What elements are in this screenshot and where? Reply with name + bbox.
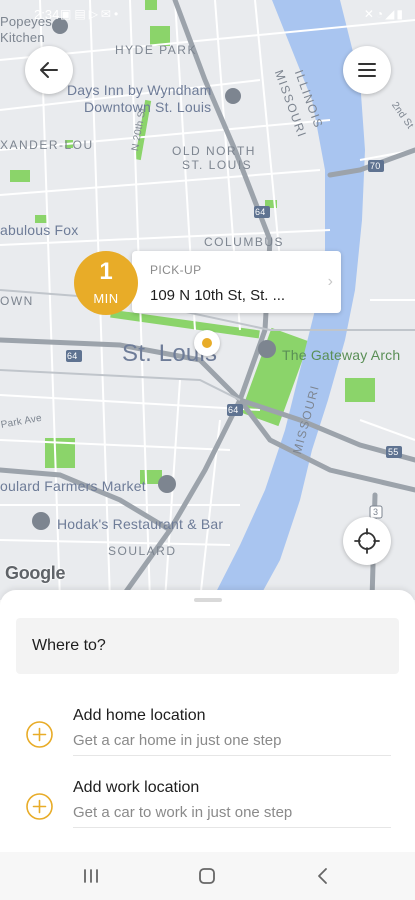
status-time: 2:34 [34, 7, 60, 22]
add-home-title: Add home location [73, 707, 206, 724]
menu-button[interactable] [343, 46, 391, 94]
add-work-title: Add work location [73, 779, 200, 796]
map-label-own: OWN [0, 294, 34, 308]
status-notification-icons: ▣▤▷✉• [60, 7, 121, 21]
map-label-columbus: COLUMBUS [204, 235, 285, 249]
eta-unit: MIN [93, 291, 119, 306]
add-circle-icon [26, 721, 53, 748]
divider [73, 827, 391, 828]
pickup-label: PICK-UP [150, 263, 202, 277]
notification-icon: ▣ [60, 7, 75, 21]
status-system-icons: ✕◔◢▮ [364, 7, 405, 21]
pickup-address: 109 N 10th St, St. ... [150, 287, 286, 304]
mute-icon: ✕ [363, 7, 376, 21]
drag-handle[interactable] [194, 598, 222, 602]
eta-badge: 1 MIN [74, 251, 138, 315]
status-bar: 2:34 ▣▤▷✉• ✕◔◢▮ [0, 0, 415, 34]
status-dot: • [113, 7, 122, 21]
map-label-old-north-line1: OLD NORTH [172, 144, 256, 158]
map-label-hyde-park: HYDE PARK [115, 43, 197, 57]
map-label-days-inn-line1: Days Inn by Wyndham [67, 82, 212, 98]
bottom-sheet: Where to? Add home location Get a car ho… [0, 590, 415, 852]
chevron-right-icon: › [327, 273, 333, 290]
home-icon [199, 868, 215, 884]
map-label-gateway-arch: The Gateway Arch [282, 347, 401, 363]
eta-number: 1 [99, 258, 113, 285]
route-shield-64c: 64 [228, 405, 239, 415]
add-work-location-row[interactable]: Add work location Get a car to work in j… [0, 770, 415, 842]
home-button[interactable] [177, 852, 237, 900]
google-logo: Google [5, 563, 66, 583]
map-label-old-north-line2: ST. LOUIS [182, 158, 253, 172]
map-label-soulard-market: oulard Farmers Market [0, 478, 146, 494]
destination-search-field[interactable]: Where to? [16, 618, 399, 674]
destination-search-placeholder: Where to? [32, 637, 106, 654]
photo-icon: ▤ [74, 7, 89, 21]
route-shield-55: 55 [388, 447, 399, 457]
recent-apps-icon [84, 869, 98, 883]
add-home-subtitle: Get a car home in just one step [73, 732, 282, 749]
system-navigation-bar [0, 852, 415, 900]
route-shield-64a: 64 [255, 207, 266, 217]
divider [73, 755, 391, 756]
map-label-xander-lou: XANDER-LOU [0, 138, 94, 152]
email-icon: ✉ [100, 7, 114, 21]
add-home-location-row[interactable]: Add home location Get a car home in just… [0, 698, 415, 770]
crosshair-icon [354, 528, 380, 554]
add-work-subtitle: Get a car to work in just one step [73, 804, 293, 821]
recent-apps-button[interactable] [61, 852, 121, 900]
back-icon [318, 868, 327, 884]
route-shield-3: 3 [373, 507, 379, 517]
route-shield-64b: 64 [67, 351, 78, 361]
signal-icon: ◢ [385, 7, 397, 21]
map-label-soulard: SOULARD [108, 544, 177, 558]
map-view[interactable]: Popeyes Kitchen HYDE PARK Days Inn by Wy… [0, 0, 415, 600]
pickup-pin-icon[interactable] [194, 330, 220, 356]
route-shield-70: 70 [370, 161, 381, 171]
map-label-hodaks: Hodak's Restaurant & Bar [57, 516, 224, 532]
add-circle-icon [26, 793, 53, 820]
wifi-icon: ◔ [375, 7, 386, 21]
arrow-left-icon [40, 62, 58, 78]
hamburger-menu-icon [358, 63, 376, 77]
map-label-fabulous-fox: abulous Fox [0, 222, 79, 238]
pickup-card[interactable]: PICK-UP 109 N 10th St, St. ... › [132, 251, 341, 313]
my-location-button[interactable] [343, 517, 391, 565]
pay-icon: ▷ [88, 7, 101, 21]
system-back-button[interactable] [293, 852, 353, 900]
back-button[interactable] [25, 46, 73, 94]
battery-icon: ▮ [396, 7, 405, 21]
